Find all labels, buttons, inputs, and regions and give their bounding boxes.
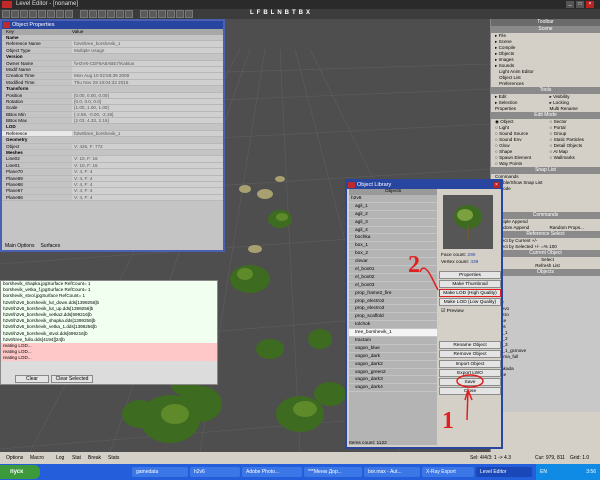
annotation-arrow-2 — [419, 267, 439, 291]
annotation-arrow-1 — [464, 387, 473, 421]
status-macro[interactable]: Macro — [30, 452, 44, 464]
annotation-circle-save — [456, 374, 484, 388]
status-break[interactable]: Break — [88, 452, 101, 464]
taskbar-item-photoshop[interactable]: Adobe Photo... — [242, 467, 302, 477]
taskbar-item-xray[interactable]: X-Ray Export — [422, 467, 474, 477]
status-options[interactable]: Options — [6, 452, 23, 464]
taskbar-item-gamedata[interactable]: gamedata — [132, 467, 188, 477]
status-grid: Grid: 1.0 — [570, 455, 590, 461]
taskbar-item-menu[interactable]: ***Меню Дор... — [304, 467, 362, 477]
clock[interactable]: 3:56 — [586, 464, 596, 480]
status-stats[interactable]: Stats — [108, 452, 119, 464]
annotation-overlay — [419, 267, 484, 421]
annotation-number-two: 2 — [408, 252, 420, 278]
status-selection: Sel: 4/4/3: 1 -> 4.3 — [470, 455, 511, 461]
taskbar-item-level-editor[interactable]: Level Editor — [476, 467, 532, 477]
status-log[interactable]: Log — [56, 452, 64, 464]
taskbar-item-h2v6[interactable]: h2v6 — [190, 467, 240, 477]
system-tray: EN 3:56 — [536, 464, 600, 480]
status-stat[interactable]: Stat — [72, 452, 81, 464]
taskbar: пуск gamedata h2v6 Adobe Photo... ***Мен… — [0, 464, 600, 480]
language-indicator[interactable]: EN — [540, 469, 547, 475]
taskbar-item-max[interactable]: bor.max - Aut... — [364, 467, 420, 477]
status-cursor: Cur: 979, 811 — [535, 455, 565, 461]
start-button[interactable]: пуск — [0, 465, 40, 479]
status-bar: Options Macro Log Stat Break Stats Sel: … — [0, 452, 600, 464]
annotation-number-one: 1 — [442, 408, 454, 434]
